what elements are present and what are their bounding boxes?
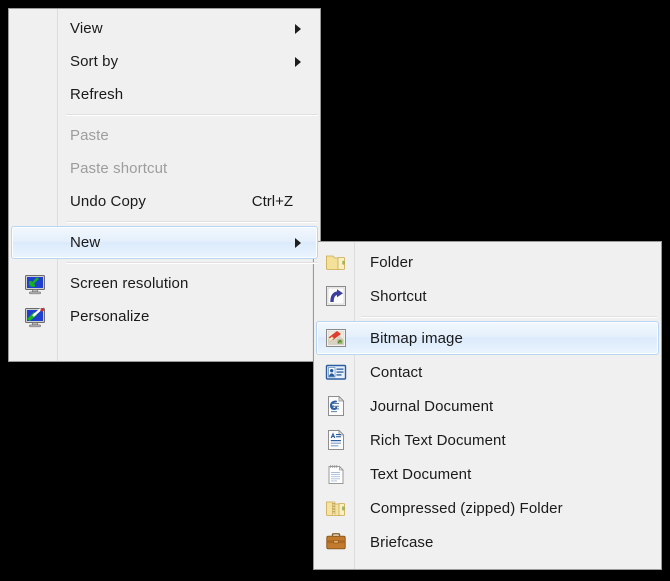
monitor-personalize-icon (12, 301, 58, 332)
menu-item-label: Paste shortcut (70, 160, 168, 177)
menu-separator (361, 316, 657, 318)
menu-item-shortcut: Ctrl+Z (251, 193, 293, 210)
context-menu-items: View Sort by Refresh Paste Paste shortcut Und… (9, 9, 320, 336)
menu-item-label: Personalize (70, 308, 150, 325)
menu-item-label: Briefcase (370, 533, 434, 551)
menu-item-label: Shortcut (370, 287, 427, 305)
desktop-context-menu: View Sort by Refresh Paste Paste shortcut Und… (8, 8, 321, 362)
menu-item-label: Paste (70, 127, 109, 144)
submenu-arrow-icon (295, 23, 301, 34)
menu-item-new[interactable]: New (11, 226, 318, 259)
menu-item-undo-copy[interactable]: Undo Copy Ctrl+Z (11, 185, 318, 218)
menu-item-label: Undo Copy (70, 193, 146, 210)
submenu-item-journal-document[interactable]: Journal Document (316, 389, 659, 423)
menu-item-icon-empty (12, 46, 58, 77)
menu-item-icon-empty (12, 120, 58, 151)
screen: View Sort by Refresh Paste Paste shortcut Und… (0, 0, 670, 581)
menu-item-refresh[interactable]: Refresh (11, 78, 318, 111)
journal-document-icon (317, 390, 355, 422)
menu-item-label: Text Document (370, 465, 472, 483)
submenu-item-rich-text-document[interactable]: Rich Text Document (316, 423, 659, 457)
submenu-item-briefcase[interactable]: Briefcase (316, 525, 659, 559)
submenu-item-shortcut[interactable]: Shortcut (316, 279, 659, 313)
menu-separator (66, 114, 318, 116)
menu-item-paste-shortcut: Paste shortcut (11, 152, 318, 185)
menu-item-view[interactable]: View (11, 12, 318, 45)
menu-item-icon-empty (12, 13, 58, 44)
menu-separator (66, 262, 318, 264)
submenu-item-folder[interactable]: Folder (316, 245, 659, 279)
text-document-icon (317, 458, 355, 490)
menu-separator (66, 221, 318, 223)
new-submenu-items: Folder Shortcut Bitmap image Contact Journal… (314, 242, 661, 562)
menu-item-label: Journal Document (370, 397, 494, 415)
menu-item-personalize[interactable]: Personalize (11, 300, 318, 333)
menu-item-label: View (70, 20, 103, 37)
submenu-arrow-icon (295, 56, 301, 67)
folder-icon (317, 246, 355, 278)
menu-item-paste: Paste (11, 119, 318, 152)
submenu-item-compressed-zipped-folder[interactable]: Compressed (zipped) Folder (316, 491, 659, 525)
contact-icon (317, 356, 355, 388)
bitmap-image-icon (317, 322, 355, 354)
monitor-resolution-icon (12, 268, 58, 299)
shortcut-icon (317, 280, 355, 312)
menu-item-icon-empty (12, 79, 58, 110)
menu-item-icon-empty (12, 186, 58, 217)
submenu-item-bitmap-image[interactable]: Bitmap image (316, 321, 659, 355)
menu-item-sort-by[interactable]: Sort by (11, 45, 318, 78)
menu-item-icon-empty (12, 153, 58, 184)
menu-item-label: Compressed (zipped) Folder (370, 499, 563, 517)
rich-text-document-icon (317, 424, 355, 456)
menu-item-screen-resolution[interactable]: Screen resolution (11, 267, 318, 300)
menu-item-label: Screen resolution (70, 275, 189, 292)
menu-item-icon-empty (12, 227, 58, 258)
menu-item-label: Sort by (70, 53, 119, 70)
submenu-arrow-icon (295, 237, 301, 248)
menu-item-label: New (70, 234, 101, 251)
new-submenu: Folder Shortcut Bitmap image Contact Journal… (313, 241, 662, 570)
menu-item-label: Rich Text Document (370, 431, 506, 449)
zipped-folder-icon (317, 492, 355, 524)
menu-item-label: Bitmap image (370, 329, 463, 347)
submenu-item-contact[interactable]: Contact (316, 355, 659, 389)
briefcase-icon (317, 526, 355, 558)
menu-item-label: Refresh (70, 86, 124, 103)
menu-item-label: Contact (370, 363, 423, 381)
menu-item-label: Folder (370, 253, 414, 271)
submenu-item-text-document[interactable]: Text Document (316, 457, 659, 491)
